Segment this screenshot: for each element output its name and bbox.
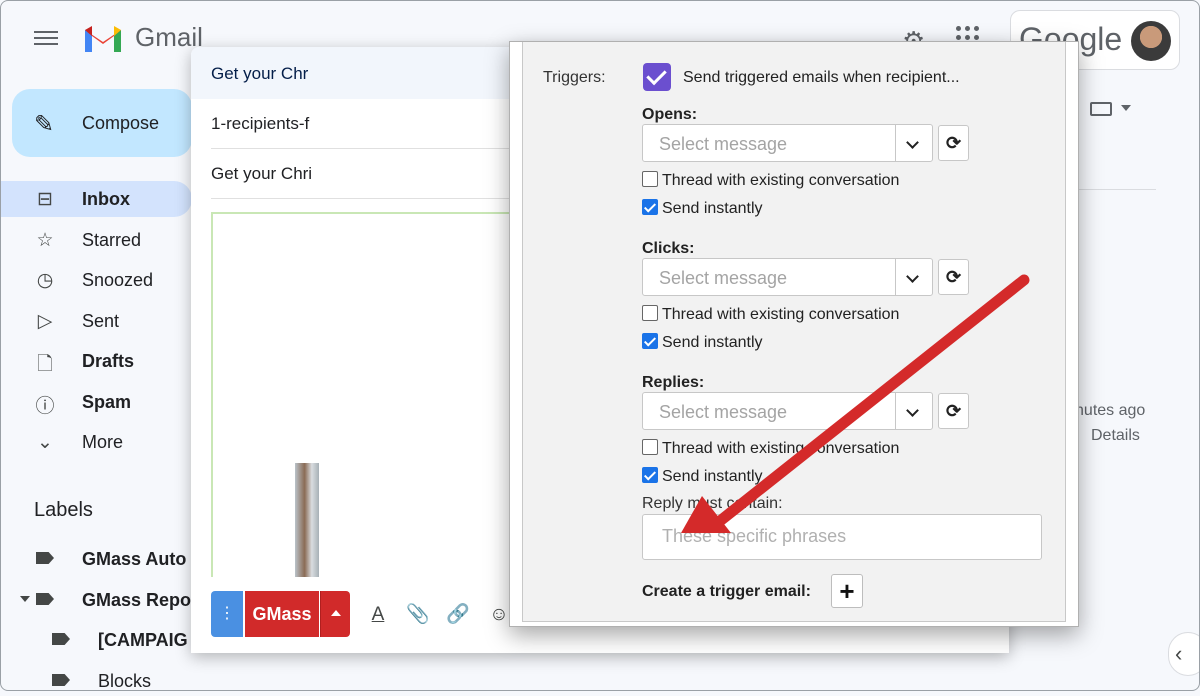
opens-thread-label: Thread with existing conversation: [662, 172, 900, 189]
clicks-instant-checkbox[interactable]: [642, 333, 658, 349]
create-trigger-button[interactable]: +: [831, 574, 863, 608]
sidebar-item-spam[interactable]: ⓘ Spam: [0, 384, 192, 420]
clicks-section-title: Clicks:: [642, 240, 695, 257]
clicks-thread-label: Thread with existing conversation: [662, 306, 900, 323]
gmass-button[interactable]: GMass: [245, 591, 319, 637]
label-campaign[interactable]: [CAMPAIG: [0, 625, 192, 655]
sidebar-item-label: Sent: [82, 311, 120, 331]
gmass-triggers-popup: Triggers: Send triggered emails when rec…: [509, 41, 1079, 627]
spam-alert-icon: ⓘ: [35, 396, 55, 417]
select-placeholder: Select message: [659, 134, 788, 154]
opens-thread-checkbox[interactable]: [642, 171, 658, 187]
sidebar-item-drafts[interactable]: 🗋 Drafts: [0, 343, 192, 379]
chevron-down-icon[interactable]: [1121, 105, 1131, 111]
clicks-thread-checkbox[interactable]: [642, 305, 658, 321]
link-icon[interactable]: 🔗: [446, 603, 470, 627]
attach-icon[interactable]: 📎: [406, 603, 430, 627]
sidebar-item-label: Inbox: [82, 189, 130, 209]
compose-label: Compose: [82, 113, 160, 133]
label-name: Blocks: [98, 671, 152, 691]
replies-instant-checkbox[interactable]: [642, 467, 658, 483]
chevron-down-icon[interactable]: [895, 393, 932, 429]
keyboard-icon[interactable]: [1090, 102, 1112, 116]
clicks-message-select[interactable]: Select message: [642, 258, 933, 296]
labels-heading: Labels: [34, 499, 93, 521]
sidebar-item-label: Starred: [82, 230, 142, 250]
formatting-icon[interactable]: A: [366, 603, 390, 627]
replies-message-select[interactable]: Select message: [642, 392, 933, 430]
label-tag-icon: [36, 593, 54, 605]
label-name: [CAMPAIG: [98, 630, 188, 650]
triggers-checkbox[interactable]: [643, 63, 671, 91]
inbox-icon: ⊟: [37, 189, 53, 210]
main-menu-icon[interactable]: [34, 27, 58, 51]
gmass-dropdown-button[interactable]: [320, 591, 350, 637]
sidebar-item-label: Drafts: [82, 351, 135, 371]
refresh-icon: ⟳: [945, 401, 962, 421]
subject-field[interactable]: Get your Chri: [211, 164, 312, 184]
replies-section-title: Replies:: [642, 374, 705, 391]
sidebar-item-starred[interactable]: ☆ Starred: [0, 222, 192, 258]
triggers-checkbox-label: Send triggered emails when recipient...: [683, 69, 960, 86]
gmass-settings-button[interactable]: ⋮: [211, 591, 243, 637]
create-trigger-label: Create a trigger email:: [642, 583, 811, 600]
opens-refresh-button[interactable]: ⟳: [938, 125, 969, 161]
reply-phrases-placeholder: These specific phrases: [662, 526, 847, 546]
clicks-refresh-button[interactable]: ⟳: [938, 259, 969, 295]
sidebar-item-label: Snoozed: [82, 270, 154, 290]
plus-icon: +: [839, 576, 855, 606]
label-gmass-auto[interactable]: GMass Auto: [0, 544, 192, 574]
sidebar-item-label: More: [82, 432, 124, 452]
opens-instant-checkbox[interactable]: [642, 199, 658, 215]
sidebar-item-label: Spam: [82, 392, 132, 412]
opens-section-title: Opens:: [642, 106, 698, 123]
compose-title: Get your Chr: [211, 64, 309, 83]
compose-window: Get your Chr – ⤡ ✕ 1-recipients-f Get yo…: [191, 41, 1079, 653]
side-panel-toggle-button[interactable]: ‹: [1168, 632, 1200, 676]
select-placeholder: Select message: [659, 402, 788, 422]
label-gmass-reports[interactable]: GMass Repo: [0, 585, 192, 615]
body-image: [295, 463, 319, 577]
sidebar-item-more[interactable]: ⌄ More: [0, 424, 192, 460]
draft-file-icon: 🗋: [37, 354, 53, 375]
chevron-down-icon[interactable]: [895, 259, 932, 295]
label-blocks[interactable]: Blocks: [0, 666, 192, 696]
send-icon: ▷: [37, 311, 53, 332]
clicks-instant-label: Send instantly: [662, 334, 763, 351]
gmail-logo-icon: [85, 26, 121, 52]
reply-contains-label: Reply must contain:: [642, 495, 783, 512]
avatar[interactable]: [1131, 21, 1171, 61]
replies-refresh-button[interactable]: ⟳: [938, 393, 969, 429]
sidebar-item-snoozed[interactable]: ◷ Snoozed: [0, 262, 192, 298]
expand-caret-icon[interactable]: [20, 596, 30, 602]
chevron-down-icon[interactable]: [895, 125, 932, 161]
chevron-down-icon: ⌄: [37, 432, 53, 453]
label-tag-icon: [52, 633, 70, 645]
opens-message-select[interactable]: Select message: [642, 124, 933, 162]
label-name: GMass Repo: [82, 590, 192, 610]
select-placeholder: Select message: [659, 268, 788, 288]
pencil-icon: ✎: [34, 111, 55, 138]
replies-thread-label: Thread with existing conversation: [662, 440, 900, 457]
sidebar-item-sent[interactable]: ▷ Sent: [0, 303, 192, 339]
details-link[interactable]: Details: [1091, 427, 1140, 445]
clock-icon: ◷: [36, 270, 54, 291]
replies-thread-checkbox[interactable]: [642, 439, 658, 455]
opens-instant-label: Send instantly: [662, 200, 763, 217]
reply-phrases-input[interactable]: These specific phrases: [642, 514, 1042, 560]
emoji-icon[interactable]: ☺: [487, 603, 511, 627]
label-name: GMass Auto: [82, 549, 187, 569]
label-tag-icon: [36, 552, 54, 564]
replies-instant-label: Send instantly: [662, 468, 763, 485]
recipients-field[interactable]: 1-recipients-f: [211, 114, 309, 134]
refresh-icon: ⟳: [945, 267, 962, 287]
star-icon: ☆: [36, 230, 54, 251]
sidebar-item-inbox[interactable]: ⊟ Inbox: [0, 181, 192, 217]
label-tag-icon: [52, 674, 70, 686]
triggers-label: Triggers:: [543, 69, 606, 86]
popup-panel: Triggers: Send triggered emails when rec…: [522, 42, 1066, 622]
refresh-icon: ⟳: [945, 133, 962, 153]
